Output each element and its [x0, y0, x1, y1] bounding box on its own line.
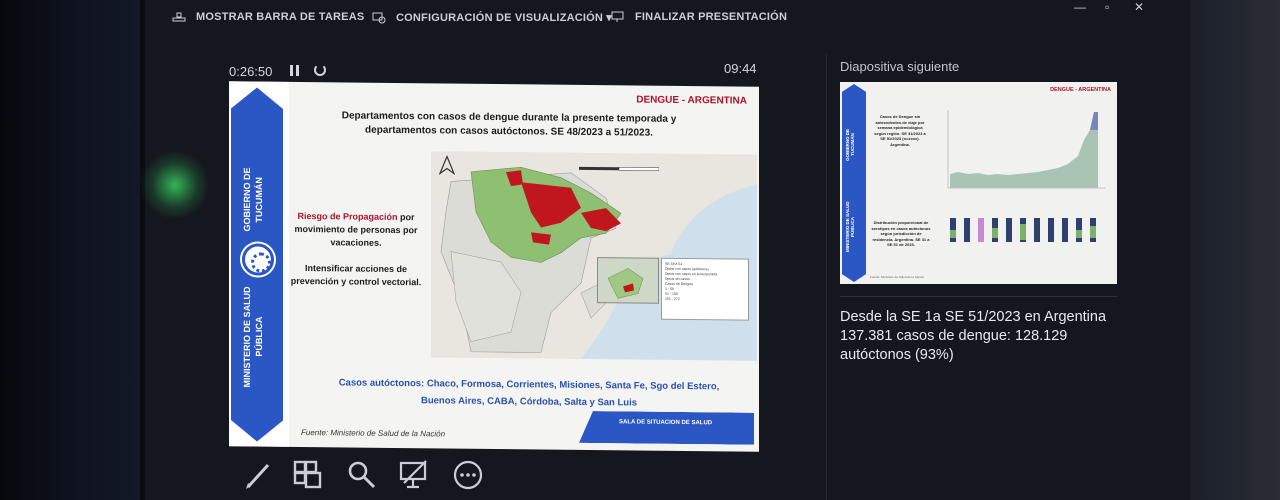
- taskbar-icon: [172, 11, 186, 23]
- thumb-tag: DENGUE - ARGENTINA: [1050, 87, 1111, 93]
- hide-screen-icon[interactable]: [398, 459, 430, 491]
- pause-icon[interactable]: [290, 65, 300, 76]
- dengue-map: SE 48 a 51 Dptos con casos autóctonos Dp…: [431, 151, 757, 361]
- slide-source: Fuente: Ministerio de Salud de la Nación: [301, 427, 446, 439]
- autochthonous-cases-text: Casos autóctonos: Chaco, Formosa, Corrie…: [338, 377, 720, 409]
- slide-title: Departamentos con casos de dengue durant…: [341, 110, 677, 139]
- end-show-icon: [611, 11, 625, 23]
- slide-tag: DENGUE - ARGENTINA: [636, 94, 747, 107]
- show-taskbar-label: MOSTRAR BARRA DE TAREAS: [196, 11, 365, 23]
- next-slide-label: Diapositiva siguiente: [840, 59, 960, 74]
- map-legend: SE 48 a 51 Dptos con casos autóctonos Dp…: [661, 257, 749, 321]
- restart-timer-icon[interactable]: [314, 64, 326, 76]
- ribbon-ministry-text: MINISTERIO DE SALUD PÚBLICA: [242, 285, 264, 387]
- thumb-chart1-caption: Casos de Dengue sin antecedentes de viaj…: [874, 114, 926, 147]
- intensify-text: Intensificar acciones de prevención y co…: [290, 263, 422, 288]
- speaker-notes: Desde la SE 1a SE 51/2023 en Argentina 1…: [840, 309, 1107, 363]
- map-scale-bar: [579, 159, 660, 171]
- risk-text: Riesgo de Propagación por movimiento de …: [281, 210, 431, 251]
- situation-room-banner: SALA DE SITUACION DE SALUD: [579, 411, 754, 445]
- zoom-icon[interactable]: [346, 459, 378, 491]
- map-shapes: [431, 151, 757, 359]
- display-settings-button[interactable]: CONFIGURACIÓN DE VISUALIZACIÓN ▾: [372, 11, 612, 24]
- map-inset: [597, 257, 659, 304]
- ribbon-government-text: GOBIERNO DE TUCUMÁN: [242, 167, 264, 232]
- thumb-bar-chart: [950, 218, 1096, 242]
- thumb-ribbon-government: GOBIERNO DE TUCUMÁN: [845, 129, 855, 162]
- monitor-bezel-right: [1190, 0, 1280, 500]
- elapsed-timer: 0:26:50: [229, 64, 273, 79]
- display-settings-label: CONFIGURACIÓN DE VISUALIZACIÓN ▾: [396, 12, 613, 24]
- maximize-button[interactable]: ▫: [1105, 0, 1109, 14]
- notes-divider: [840, 296, 1117, 297]
- risk-highlight: Riesgo de Propagación: [297, 210, 398, 222]
- pen-icon[interactable]: [242, 459, 274, 491]
- thumb-ribbon-ministry: MINISTERIO DE SALUD PÚBLICA: [845, 201, 855, 253]
- presenter-toolbar: [240, 455, 500, 495]
- north-arrow-icon: [439, 155, 455, 176]
- next-slide-thumbnail[interactable]: GOBIERNO DE TUCUMÁN MINISTERIO DE SALUD …: [840, 82, 1117, 284]
- monitor-bezel-left: [0, 0, 140, 500]
- display-settings-icon: [372, 12, 386, 24]
- current-time: 09:44: [724, 61, 757, 76]
- legend-item: 151 - 272: [665, 296, 680, 301]
- thumb-chart2-caption: Distribución proporcional de serotipos e…: [871, 220, 931, 247]
- slide-ribbon: GOBIERNO DE TUCUMÁN MINISTERIO DE SALUD …: [229, 81, 289, 447]
- end-show-label: FINALIZAR PRESENTACIÓN: [635, 11, 788, 23]
- slides-grid-icon[interactable]: [292, 459, 324, 491]
- more-options-icon[interactable]: [452, 459, 484, 491]
- government-logo: [242, 243, 274, 276]
- thumb-source: Fuente: Ministerio de Salud de la Nación: [870, 275, 925, 279]
- pane-divider: [826, 54, 827, 500]
- close-button[interactable]: ✕: [1134, 0, 1144, 14]
- end-show-button[interactable]: FINALIZAR PRESENTACIÓN: [611, 11, 787, 23]
- minimize-button[interactable]: —: [1074, 0, 1086, 14]
- current-slide: GOBIERNO DE TUCUMÁN MINISTERIO DE SALUD …: [229, 81, 759, 452]
- thumb-area-chart: [947, 110, 1106, 189]
- show-taskbar-button[interactable]: MOSTRAR BARRA DE TAREAS: [172, 11, 364, 23]
